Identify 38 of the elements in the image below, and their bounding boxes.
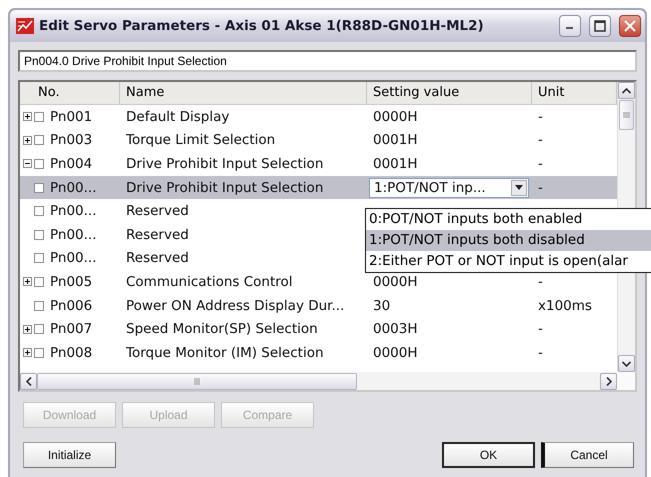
table-cell-text: 0001H	[372, 132, 419, 148]
table-cell-text: Power ON Address Display Dur...	[125, 298, 346, 314]
table-cell-text: Drive Prohibit Input Selection	[125, 156, 324, 172]
table-cell-text: Torque Limit Selection	[125, 132, 276, 148]
window-title: Edit Servo Parameters - Axis 01 Akse 1(R88D-GN01H-ML2)	[39, 18, 485, 34]
table-cell-text: 0000H	[372, 344, 419, 361]
table-cell-text: Drive Prohibit Input Selection	[125, 180, 324, 196]
parameter-number: Pn005	[50, 274, 92, 290]
parameter-number: Pn003	[50, 132, 92, 148]
table-cell-text: -	[537, 132, 544, 148]
table-cell-text: Reserved	[125, 250, 190, 266]
table-cell-text: Default Display	[125, 108, 230, 125]
table-cell-text: -	[537, 274, 544, 290]
table-cell-text: -	[537, 321, 544, 338]
parameter-number: Pn001	[50, 108, 92, 125]
table-cell-text: Speed Monitor(SP) Selection	[125, 321, 319, 338]
table-cell-text: -	[537, 344, 544, 361]
table-cell-text: x100ms	[537, 298, 593, 314]
table-cell-text: 0003H	[372, 321, 419, 338]
parameter-number: Pn007	[50, 321, 92, 338]
table-cell-text: 30	[372, 298, 392, 314]
parameter-number: Pn006	[50, 298, 92, 314]
table-cell-text: Reserved	[125, 203, 190, 220]
table-cell-text: -	[537, 108, 544, 125]
parameter-number: Pn008	[50, 344, 92, 361]
parameter-number: Pn00...	[50, 226, 97, 243]
table-cell-text: Communications Control	[125, 274, 294, 290]
parameter-number: Pn00...	[50, 180, 97, 196]
table-cell-text: Torque Monitor (IM) Selection	[125, 344, 325, 361]
table-cell-text: -	[537, 156, 544, 172]
parameter-number: Pn00...	[50, 203, 97, 220]
parameter-number: Pn00...	[50, 250, 97, 266]
table-cell-text: -	[537, 180, 544, 196]
table-cell-text: 0001H	[372, 156, 419, 172]
table-cell-text: 0000H	[372, 274, 419, 290]
table-cell-text: 0000H	[372, 108, 419, 125]
parameter-number: Pn004	[50, 156, 92, 172]
table-cell-text: Reserved	[125, 226, 190, 243]
